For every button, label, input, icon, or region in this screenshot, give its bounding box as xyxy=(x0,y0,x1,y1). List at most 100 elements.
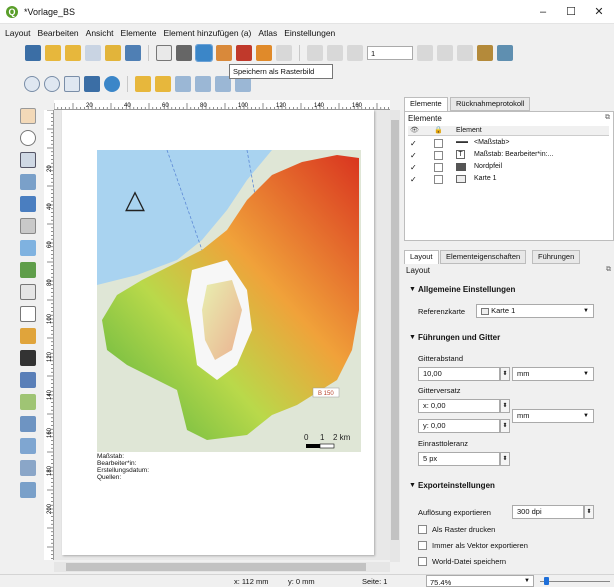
atlas-settings-icon[interactable] xyxy=(497,45,513,61)
atlas-next-icon[interactable] xyxy=(417,45,433,61)
north-arrow-icon[interactable]: △ xyxy=(125,184,145,214)
zoom-actual-icon[interactable] xyxy=(64,76,80,92)
list-item[interactable]: ✓ ▬▬ <Maßstab> xyxy=(408,139,609,149)
page-setup-icon[interactable] xyxy=(156,45,172,61)
tab-layout[interactable]: Layout xyxy=(404,250,439,264)
add-legend-icon[interactable] xyxy=(20,328,36,344)
export-svg-icon[interactable] xyxy=(216,45,232,61)
horizontal-scroll-thumb[interactable] xyxy=(66,563,366,571)
add-arrow-icon[interactable] xyxy=(20,416,36,432)
menu-element-hinzufuegen[interactable]: Element hinzufügen (a) xyxy=(163,26,251,40)
save-icon[interactable] xyxy=(25,45,41,61)
reference-map-select[interactable]: Karte 1 ▼ xyxy=(476,304,594,318)
zoom-full-icon[interactable] xyxy=(84,76,100,92)
visible-checkbox[interactable]: ✓ xyxy=(410,151,417,160)
lock-items-icon[interactable] xyxy=(135,76,151,92)
menu-bearbeiten[interactable]: Bearbeiten xyxy=(38,26,79,40)
tab-ruecknahmeprotokoll[interactable]: Rücknahmeprotokoll xyxy=(450,97,531,111)
menu-elemente[interactable]: Elemente xyxy=(121,26,157,40)
atlas-print-icon[interactable] xyxy=(457,45,473,61)
duplicate-layout-icon[interactable] xyxy=(65,45,81,61)
add-scalebar-icon[interactable] xyxy=(20,350,36,366)
grid-offset-unit-select[interactable]: mm ▼ xyxy=(512,409,594,423)
snap-tolerance-spinner[interactable]: ⬍ xyxy=(500,452,510,466)
zoom-tool-icon[interactable] xyxy=(20,130,36,146)
export-resolution-input[interactable]: 300 dpi xyxy=(512,505,584,519)
menu-ansicht[interactable]: Ansicht xyxy=(86,26,114,40)
tab-elementeigenschaften[interactable]: Elementeigenschaften xyxy=(440,250,527,264)
menu-layout[interactable]: Layout xyxy=(5,26,31,40)
minimize-button[interactable]: – xyxy=(532,3,554,21)
add-picture-icon[interactable] xyxy=(20,284,36,300)
grid-offset-x-input[interactable]: x: 0,00 xyxy=(418,399,500,413)
atlas-preview-icon[interactable] xyxy=(307,45,323,61)
ungroup-items-icon[interactable] xyxy=(195,76,211,92)
list-item[interactable]: ✓ Nordpfeil xyxy=(408,163,609,173)
layout-manager-icon[interactable] xyxy=(85,45,101,61)
edit-nodes-icon[interactable] xyxy=(20,196,36,212)
add-map-icon[interactable] xyxy=(20,262,36,278)
info-label-item[interactable]: Maßstab: Bearbeiter*in: Erstellungsdatum… xyxy=(97,453,149,481)
zoom-combo[interactable]: 75.4% ▼ xyxy=(426,575,534,587)
grid-spacing-spinner[interactable]: ⬍ xyxy=(500,367,510,381)
add-label-icon[interactable] xyxy=(20,306,36,322)
menu-einstellungen[interactable]: Einstellungen xyxy=(284,26,335,40)
tab-elemente[interactable]: Elemente xyxy=(404,97,448,111)
redo-icon[interactable] xyxy=(276,45,292,61)
visible-checkbox[interactable]: ✓ xyxy=(410,163,417,172)
export-resolution-spinner[interactable]: ⬍ xyxy=(584,505,594,519)
menu-atlas[interactable]: Atlas xyxy=(258,26,277,40)
lock-checkbox[interactable] xyxy=(434,151,443,160)
zoom-slider-handle[interactable] xyxy=(544,577,549,585)
list-item[interactable]: ✓ Karte 1 xyxy=(408,175,609,185)
new-layout-icon[interactable] xyxy=(45,45,61,61)
lock-checkbox[interactable] xyxy=(434,139,443,148)
add-node-item-icon[interactable] xyxy=(20,438,36,454)
grid-spacing-input[interactable]: 10,00 xyxy=(418,367,500,381)
snap-tolerance-input[interactable]: 5 px xyxy=(418,452,500,466)
undock-icon[interactable]: ⧉ xyxy=(606,266,611,274)
layout-page[interactable]: B 150 △ 0 1 2 km Maßstab: Bearbeiter*in:… xyxy=(62,110,374,555)
maximize-button[interactable]: ☐ xyxy=(560,3,582,21)
atlas-last-icon[interactable] xyxy=(437,45,453,61)
refresh-icon[interactable] xyxy=(104,76,120,92)
section-export[interactable]: ▼ Exporteinstellungen xyxy=(404,478,614,493)
grid-spacing-unit-select[interactable]: mm ▼ xyxy=(512,367,594,381)
section-guides[interactable]: ▼ Führungen und Gitter xyxy=(404,330,614,345)
add-attribute-table-icon[interactable] xyxy=(20,482,36,498)
print-as-raster-checkbox[interactable] xyxy=(418,525,427,534)
add-north-arrow-icon[interactable] xyxy=(20,372,36,388)
open-template-icon[interactable] xyxy=(105,45,121,61)
add-html-icon[interactable] xyxy=(20,460,36,476)
move-content-icon[interactable] xyxy=(20,174,36,190)
vertical-scrollbar[interactable] xyxy=(390,110,400,562)
print-icon[interactable] xyxy=(176,45,192,61)
layout-canvas[interactable]: B 150 △ 0 1 2 km Maßstab: Bearbeiter*in:… xyxy=(54,110,390,560)
add-3dmap-icon[interactable] xyxy=(20,240,36,256)
zoom-slider[interactable] xyxy=(540,581,610,582)
grid-offset-x-spinner[interactable]: ⬍ xyxy=(500,399,510,413)
save-template-icon[interactable] xyxy=(125,45,141,61)
add-shape-icon[interactable] xyxy=(20,394,36,410)
world-file-checkbox[interactable] xyxy=(418,557,427,566)
visible-checkbox[interactable]: ✓ xyxy=(410,175,417,184)
pan-hand-icon[interactable] xyxy=(20,108,36,124)
zoom-in-icon[interactable] xyxy=(24,76,40,92)
close-button[interactable]: ✕ xyxy=(588,3,610,21)
undock-icon[interactable]: ⧉ xyxy=(605,114,610,122)
add-page-icon[interactable] xyxy=(20,218,36,234)
tab-fuehrungen[interactable]: Führungen xyxy=(532,250,581,264)
atlas-first-icon[interactable] xyxy=(327,45,343,61)
horizontal-scrollbar[interactable] xyxy=(54,562,390,572)
zoom-out-icon[interactable] xyxy=(44,76,60,92)
export-image-icon[interactable] xyxy=(195,44,213,62)
always-vector-checkbox[interactable] xyxy=(418,541,427,550)
grid-offset-y-input[interactable]: y: 0,00 xyxy=(418,419,500,433)
grid-offset-y-spinner[interactable]: ⬍ xyxy=(500,419,510,433)
list-item[interactable]: ✓ T Maßstab: Bearbeiter*in:... xyxy=(408,150,609,161)
map-item[interactable]: B 150 △ 0 1 2 km xyxy=(97,150,361,452)
unlock-items-icon[interactable] xyxy=(155,76,171,92)
group-items-icon[interactable] xyxy=(175,76,191,92)
undo-icon[interactable] xyxy=(256,45,272,61)
export-pdf-icon[interactable] xyxy=(236,45,252,61)
